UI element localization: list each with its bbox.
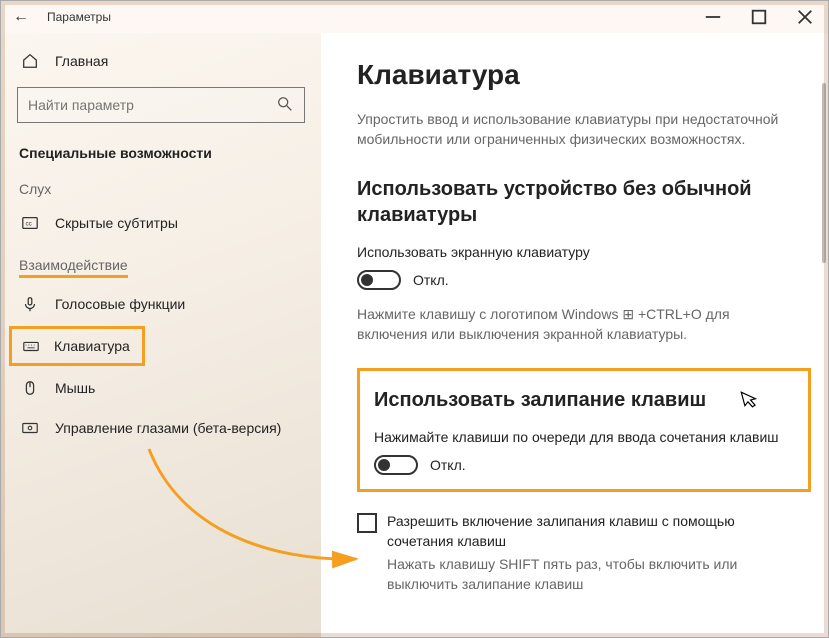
sidebar-item-closed-captions[interactable]: cc Скрытые субтитры — [1, 203, 321, 243]
page-intro: Упростить ввод и использование клавиатур… — [357, 109, 787, 150]
group-hearing-label: Слух — [1, 167, 321, 203]
osk-hint: Нажмите клавишу с логотипом Windows ⊞ +C… — [357, 304, 787, 345]
home-nav[interactable]: Главная — [1, 41, 321, 81]
close-button[interactable] — [782, 1, 828, 33]
closed-captions-icon: cc — [19, 212, 41, 234]
sidebar-item-label: Клавиатура — [54, 338, 130, 354]
search-icon — [276, 95, 294, 116]
minimize-button[interactable] — [690, 1, 736, 33]
osk-label: Использовать экранную клавиатуру — [357, 244, 787, 260]
keyboard-icon — [22, 335, 40, 357]
microphone-icon — [19, 293, 41, 315]
window-controls — [690, 1, 828, 33]
svg-text:cc: cc — [26, 221, 32, 228]
settings-window: ← Параметры Главная — [0, 0, 829, 638]
group-interaction-label: Взаимодействие — [1, 243, 321, 284]
sticky-shortcut-checkbox[interactable] — [357, 513, 377, 533]
page-title: Клавиатура — [357, 59, 792, 91]
sidebar: Главная Специальные возможности Слух cc … — [1, 33, 321, 637]
sticky-shortcut-hint: Нажать клавишу SHIFT пять раз, чтобы вкл… — [387, 555, 787, 594]
sidebar-item-label: Мышь — [55, 380, 95, 396]
category-title: Специальные возможности — [1, 135, 321, 167]
sticky-shortcut-label: Разрешить включение залипания клавиш с п… — [387, 512, 787, 551]
sidebar-item-label: Скрытые субтитры — [55, 215, 178, 231]
osk-toggle[interactable] — [357, 270, 401, 290]
sticky-keys-section-highlight: Использовать залипание клавиш Нажимайте … — [357, 368, 811, 492]
home-label: Главная — [55, 53, 108, 69]
search-box[interactable] — [17, 87, 305, 123]
sidebar-item-label: Голосовые функции — [55, 296, 185, 312]
back-button[interactable]: ← — [9, 8, 33, 26]
sticky-toggle-state: Откл. — [430, 457, 466, 473]
sticky-toggle[interactable] — [374, 455, 418, 475]
search-input[interactable] — [28, 97, 276, 113]
osk-heading: Использовать устройство без обычной клав… — [357, 176, 787, 228]
scrollbar[interactable] — [822, 83, 826, 263]
osk-toggle-state: Откл. — [413, 272, 449, 288]
sidebar-item-mouse[interactable]: Мышь — [1, 368, 321, 408]
maximize-button[interactable] — [736, 1, 782, 33]
titlebar: ← Параметры — [1, 1, 828, 33]
sidebar-item-speech[interactable]: Голосовые функции — [1, 284, 321, 324]
sidebar-item-eye-control[interactable]: Управление глазами (бета-версия) — [1, 408, 321, 448]
sticky-heading: Использовать залипание клавиш — [374, 387, 794, 413]
mouse-icon — [19, 377, 41, 399]
content-pane: Клавиатура Упростить ввод и использовани… — [321, 33, 828, 637]
sidebar-item-keyboard[interactable]: Клавиатура — [12, 329, 142, 363]
eye-control-icon — [19, 417, 41, 439]
sidebar-item-label: Управление глазами (бета-версия) — [55, 420, 281, 436]
window-title: Параметры — [47, 10, 111, 24]
home-icon — [19, 50, 41, 72]
sticky-label: Нажимайте клавиши по очереди для ввода с… — [374, 429, 794, 445]
